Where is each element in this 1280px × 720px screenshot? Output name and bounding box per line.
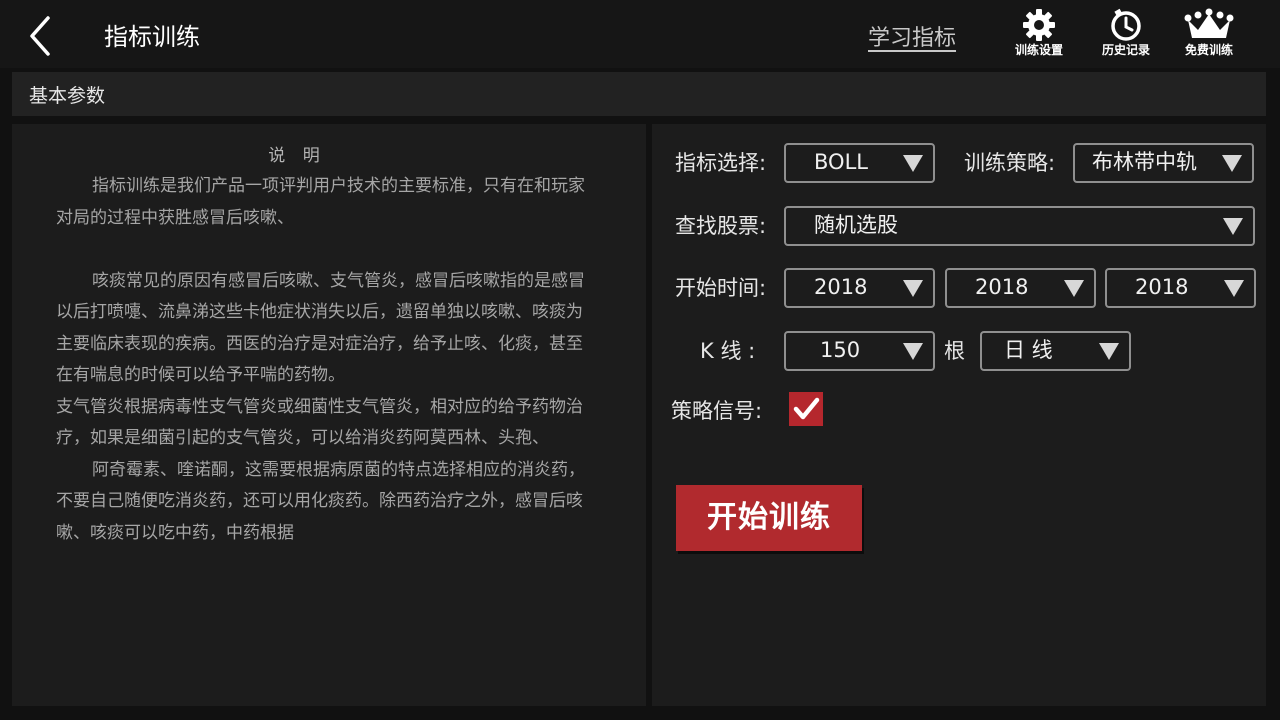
section-title: 基本参数	[29, 85, 106, 107]
strategy-signal-label: 策略信号:	[671, 399, 763, 423]
history-label: 历史记录	[1101, 43, 1150, 57]
free-training-button[interactable]: 免费训练	[1174, 8, 1244, 60]
page-title: 指标训练	[104, 23, 200, 51]
dropdown-arrow-icon	[1222, 155, 1242, 172]
training-settings-button[interactable]: 训练设置	[1004, 8, 1074, 60]
strategy-label: 训练策略:	[964, 151, 1056, 175]
start-year-value: 2018	[814, 275, 868, 299]
training-settings-label: 训练设置	[1014, 43, 1063, 57]
start-day-select[interactable]: 2018	[1105, 268, 1256, 308]
start-year-select[interactable]: 2018	[784, 268, 935, 308]
dropdown-arrow-icon	[903, 155, 923, 172]
description-paragraph: 指标训练是我们产品一项评判用户技术的主要标准，只有在和玩家对局的过程中获胜感冒后…	[56, 176, 585, 228]
indicator-label: 指标选择:	[675, 151, 767, 175]
back-arrow-icon[interactable]	[22, 14, 62, 58]
start-day-value: 2018	[1135, 275, 1189, 299]
clock-icon	[1111, 8, 1141, 41]
kline-period-value: 日 线	[1004, 338, 1053, 362]
stock-label: 查找股票:	[675, 214, 767, 238]
start-month-select[interactable]: 2018	[945, 268, 1096, 308]
dropdown-arrow-icon	[903, 343, 923, 360]
start-training-button[interactable]: 开始训练	[676, 485, 862, 551]
dropdown-arrow-icon	[903, 280, 923, 297]
gear-icon	[1023, 9, 1055, 41]
start-month-value: 2018	[975, 275, 1029, 299]
description-paragraph: 支气管炎根据病毒性支气管炎或细菌性支气管炎，相对应的给予药物治疗，如果是细菌引起…	[56, 396, 583, 449]
strategy-select[interactable]: 布林带中轨	[1073, 143, 1254, 183]
top-bar: 指标训练 学习指标 训练设置 历史记录 免费训练	[0, 0, 1280, 68]
checkmark-icon	[793, 397, 820, 420]
kline-unit-label: 根	[944, 339, 965, 363]
description-paragraph: 阿奇霉素、喹诺酮，这需要根据病原菌的特点选择相应的消炎药，不要自己随便吃消炎药，…	[56, 459, 585, 543]
free-training-label: 免费训练	[1184, 43, 1233, 57]
start-time-label: 开始时间:	[675, 276, 767, 300]
indicator-select[interactable]: BOLL	[784, 143, 935, 183]
learn-indicator-link[interactable]: 学习指标	[868, 24, 956, 54]
kline-count-value: 150	[820, 338, 861, 362]
kline-count-select[interactable]: 150	[784, 331, 935, 371]
indicator-value: BOLL	[814, 150, 868, 174]
dropdown-arrow-icon	[1223, 218, 1243, 235]
kline-period-select[interactable]: 日 线	[980, 331, 1131, 371]
stock-value: 随机选股	[814, 213, 898, 237]
crown-icon	[1184, 8, 1234, 38]
dropdown-arrow-icon	[1099, 343, 1119, 360]
description-paragraph: 咳痰常见的原因有感冒后咳嗽、支气管炎，感冒后咳嗽指的是感冒以后打喷嚏、流鼻涕这些…	[56, 270, 585, 386]
strategy-value: 布林带中轨	[1092, 150, 1197, 174]
strategy-signal-checkbox[interactable]	[789, 392, 823, 426]
description-title: 说 明	[268, 146, 326, 166]
section-header: 基本参数	[12, 72, 1266, 116]
history-button[interactable]: 历史记录	[1091, 8, 1161, 60]
kline-label: K 线 :	[700, 339, 756, 363]
dropdown-arrow-icon	[1064, 280, 1084, 297]
description-text: 指标训练是我们产品一项评判用户技术的主要标准，只有在和玩家对局的过程中获胜感冒后…	[56, 171, 586, 549]
stock-select[interactable]: 随机选股	[784, 206, 1255, 246]
dropdown-arrow-icon	[1224, 280, 1244, 297]
